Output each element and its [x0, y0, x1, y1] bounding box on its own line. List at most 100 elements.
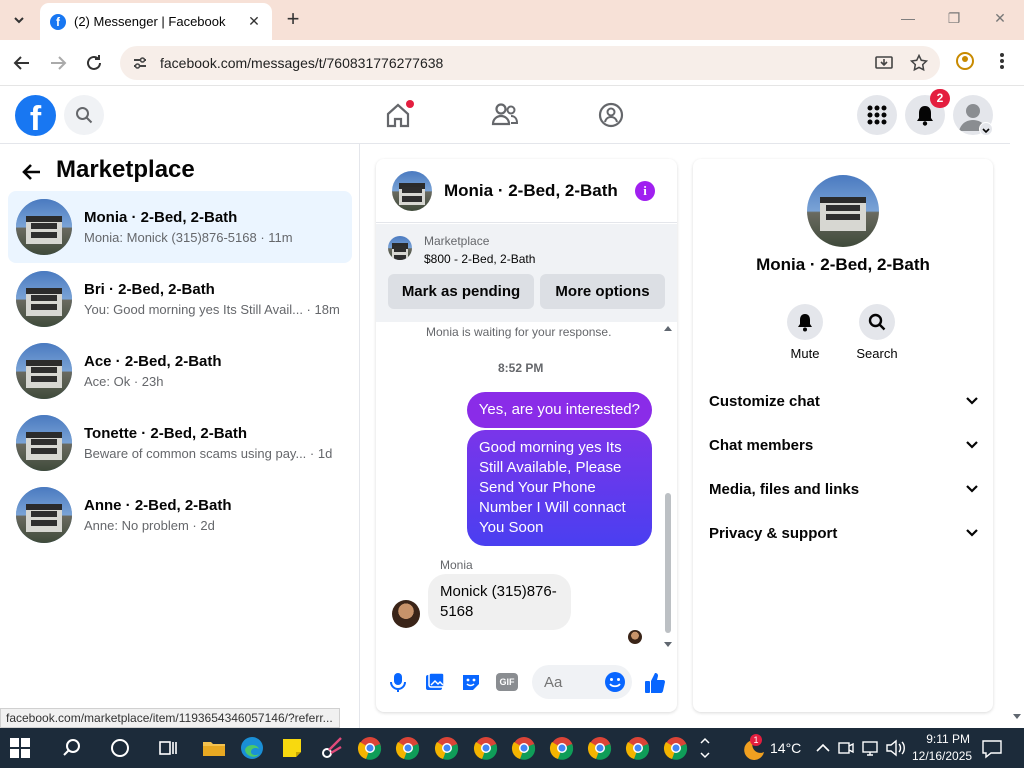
- cortana-icon[interactable]: [106, 734, 134, 762]
- restore-icon[interactable]: ❐: [944, 10, 964, 30]
- snipping-tool-icon[interactable]: [318, 734, 346, 762]
- incoming-message[interactable]: Monick (315)876-5168: [428, 574, 571, 630]
- scroll-down-icon[interactable]: [1010, 712, 1024, 722]
- conversation-item[interactable]: Bri · 2-Bed, 2-Bath You: Good morning yes…: [8, 263, 352, 335]
- conversation-preview: Beware of common scams using pay... · 1d: [84, 446, 333, 461]
- outgoing-message[interactable]: Yes, are you interested?: [466, 392, 652, 428]
- chat-members-row[interactable]: Chat members: [709, 429, 979, 461]
- scroll-up-icon[interactable]: [662, 323, 674, 333]
- search-conversation-button[interactable]: Search: [847, 304, 907, 361]
- volume-icon[interactable]: [884, 734, 912, 762]
- gif-button[interactable]: GIF: [496, 673, 518, 691]
- new-tab-button[interactable]: +: [282, 8, 304, 31]
- chrome-icon[interactable]: [586, 734, 614, 762]
- profile-button[interactable]: [953, 51, 977, 75]
- profile-name[interactable]: Monia · 2-Bed, 2-Bath: [693, 255, 993, 275]
- scroll-thumb[interactable]: [665, 493, 671, 633]
- windows-start-icon[interactable]: [10, 738, 38, 766]
- browser-tab-strip: f (2) Messenger | Facebook ✕ + — ❐ ✕: [0, 0, 1024, 40]
- scroll-down-icon[interactable]: [662, 640, 674, 650]
- photo-icon[interactable]: [424, 671, 446, 693]
- notification-center-icon[interactable]: [980, 734, 1008, 762]
- close-window-icon[interactable]: ✕: [990, 10, 1010, 30]
- listing-thumbnail[interactable]: [388, 236, 412, 260]
- profile-avatar[interactable]: [807, 175, 879, 247]
- weather-widget[interactable]: 1 14°C: [738, 734, 802, 760]
- chat-header[interactable]: Monia · 2-Bed, 2-Bath: [376, 159, 677, 223]
- conversation-item[interactable]: Monia · 2-Bed, 2-Bath Monia: Monick (315)…: [8, 191, 352, 263]
- system-clock[interactable]: 9:11 PM 12/16/2025: [912, 731, 972, 765]
- emoji-icon[interactable]: [604, 671, 626, 693]
- mute-button[interactable]: Mute: [775, 304, 835, 361]
- microphone-icon[interactable]: [388, 671, 410, 693]
- home-nav[interactable]: [380, 98, 416, 132]
- sticky-notes-icon[interactable]: [278, 734, 306, 762]
- chrome-icon[interactable]: [510, 734, 538, 762]
- outgoing-message[interactable]: Good morning yes Its Still Available, Pl…: [467, 430, 652, 546]
- thumbs-up-icon[interactable]: [643, 671, 665, 693]
- groups-nav[interactable]: [593, 98, 629, 132]
- menu-button[interactable]: [857, 95, 897, 135]
- mark-as-pending-button[interactable]: Mark as pending: [388, 274, 534, 309]
- conversation-item[interactable]: Ace · 2-Bed, 2-Bath Ace: Ok · 23h: [8, 335, 352, 407]
- tab-search-button[interactable]: [6, 8, 32, 32]
- install-app-icon[interactable]: [874, 53, 894, 73]
- page-scrollbar[interactable]: [1010, 86, 1024, 728]
- browser-tab[interactable]: f (2) Messenger | Facebook ✕: [40, 3, 272, 40]
- sticker-icon[interactable]: [460, 671, 482, 693]
- chevron-down-icon: [966, 485, 978, 493]
- info-icon[interactable]: i: [635, 181, 655, 201]
- message-list[interactable]: Monia is waiting for your response. 8:52…: [376, 322, 677, 652]
- conversation-item[interactable]: Tonette · 2-Bed, 2-Bath Beware of common …: [8, 407, 352, 479]
- chat-title[interactable]: Monia · 2-Bed, 2-Bath: [444, 181, 618, 201]
- edge-icon[interactable]: [238, 734, 266, 762]
- tab-title: (2) Messenger | Facebook: [74, 14, 226, 29]
- privacy-support-row[interactable]: Privacy & support: [709, 517, 979, 549]
- minimize-icon[interactable]: —: [898, 10, 918, 30]
- listing-price[interactable]: $800 - 2-Bed, 2-Bath: [424, 252, 535, 266]
- forward-button[interactable]: [46, 51, 70, 75]
- chrome-icon[interactable]: [433, 734, 461, 762]
- back-arrow-button[interactable]: [20, 160, 44, 184]
- chrome-icon[interactable]: [662, 734, 690, 762]
- chat-avatar: [392, 170, 432, 211]
- taskbar-scroll-icon[interactable]: [698, 734, 712, 762]
- more-options-button[interactable]: More options: [540, 274, 665, 309]
- media-files-links-row[interactable]: Media, files and links: [709, 473, 979, 505]
- url-text[interactable]: facebook.com/messages/t/760831776277638: [160, 55, 874, 71]
- chevron-down-icon: [966, 397, 978, 405]
- search-icon[interactable]: [58, 734, 86, 762]
- chevron-down-icon: [966, 441, 978, 449]
- status-link-url: facebook.com/marketplace/item/1193654346…: [0, 708, 340, 728]
- sender-avatar[interactable]: [392, 600, 420, 628]
- chat-scrollbar[interactable]: [661, 323, 673, 653]
- file-explorer-icon[interactable]: [200, 734, 228, 762]
- fb-search-button[interactable]: [64, 95, 104, 135]
- account-chevron-icon[interactable]: [979, 122, 993, 136]
- close-tab-icon[interactable]: ✕: [246, 13, 262, 30]
- site-info-icon[interactable]: [132, 55, 148, 71]
- mute-label: Mute: [790, 346, 820, 361]
- conversation-preview: Anne: No problem · 2d: [84, 518, 215, 533]
- facebook-logo[interactable]: f: [15, 95, 56, 136]
- row-label: Media, files and links: [709, 480, 860, 498]
- customize-chat-row[interactable]: Customize chat: [709, 385, 979, 417]
- friends-nav[interactable]: [487, 98, 523, 132]
- chrome-icon[interactable]: [472, 734, 500, 762]
- back-button[interactable]: [10, 51, 34, 75]
- arrow-right-icon: [51, 56, 67, 70]
- notification-badge: 2: [930, 89, 950, 108]
- address-bar[interactable]: facebook.com/messages/t/760831776277638: [120, 46, 940, 80]
- reload-button[interactable]: [82, 51, 106, 75]
- chrome-icon[interactable]: [624, 734, 652, 762]
- chrome-icon[interactable]: [356, 734, 384, 762]
- chrome-icon[interactable]: [394, 734, 422, 762]
- chrome-icon[interactable]: [548, 734, 576, 762]
- sidebar-title: Marketplace: [56, 156, 195, 183]
- browser-menu-button[interactable]: [990, 51, 1014, 75]
- task-view-icon[interactable]: [154, 734, 182, 762]
- conversation-item[interactable]: Anne · 2-Bed, 2-Bath Anne: No problem · 2…: [8, 479, 352, 551]
- star-icon[interactable]: [910, 54, 928, 72]
- arrow-left-icon: [13, 56, 29, 70]
- temperature: 14°C: [770, 740, 802, 756]
